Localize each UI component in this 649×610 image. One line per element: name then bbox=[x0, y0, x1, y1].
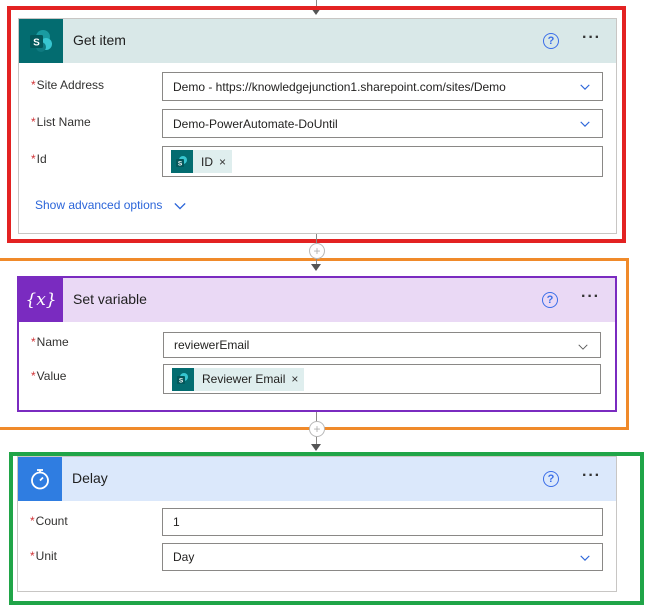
action-card-set-variable: {x} Set variable ? ··· *Name reviewerEma… bbox=[17, 276, 617, 412]
site-address-label: *Site Address bbox=[31, 78, 104, 92]
list-name-dropdown[interactable]: Demo-PowerAutomate-DoUntil bbox=[162, 109, 603, 138]
timer-icon bbox=[18, 457, 62, 501]
unit-dropdown[interactable]: Day bbox=[162, 543, 603, 571]
label-text: Count bbox=[35, 514, 68, 528]
chevron-down-icon[interactable] bbox=[580, 119, 590, 129]
action-card-get-item: S Get item ? ··· *Site Address Demo - ht… bbox=[18, 18, 617, 234]
variable-icon: {x} bbox=[19, 278, 63, 322]
required-mark: * bbox=[30, 549, 35, 563]
count-value: 1 bbox=[173, 515, 180, 529]
svg-text:S: S bbox=[33, 38, 40, 49]
action-card-delay: Delay ? ··· *Count 1 *Unit Day bbox=[17, 456, 617, 592]
variable-icon-text: {x} bbox=[25, 290, 57, 310]
required-mark: * bbox=[31, 152, 36, 166]
id-input[interactable]: S ID × bbox=[162, 146, 603, 177]
dynamic-content-token[interactable]: S ID × bbox=[171, 150, 233, 173]
value-label: *Value bbox=[31, 369, 66, 383]
unit-label: *Unit bbox=[30, 549, 57, 563]
label-text: Name bbox=[36, 335, 69, 349]
help-icon[interactable]: ? bbox=[543, 33, 559, 49]
card-title: Set variable bbox=[73, 291, 147, 307]
card-header[interactable]: S Get item ? ··· bbox=[19, 19, 616, 63]
help-icon[interactable]: ? bbox=[542, 292, 558, 308]
unit-value: Day bbox=[173, 550, 195, 564]
chevron-down-icon[interactable] bbox=[578, 342, 588, 352]
name-value: reviewerEmail bbox=[174, 338, 250, 352]
plus-icon[interactable]: + bbox=[309, 421, 325, 437]
close-icon[interactable]: × bbox=[219, 155, 226, 169]
required-mark: * bbox=[31, 78, 36, 92]
more-icon[interactable]: ··· bbox=[582, 29, 601, 47]
connector-arrow bbox=[311, 444, 321, 451]
required-mark: * bbox=[31, 335, 36, 349]
plus-icon[interactable]: + bbox=[309, 243, 325, 259]
id-label: *Id bbox=[31, 152, 47, 166]
chevron-down-icon[interactable] bbox=[580, 553, 590, 563]
label-text: Unit bbox=[35, 549, 58, 563]
more-icon[interactable]: ··· bbox=[581, 288, 600, 306]
count-label: *Count bbox=[30, 514, 68, 528]
card-header[interactable]: Delay ? ··· bbox=[18, 457, 616, 501]
list-name-value: Demo-PowerAutomate-DoUntil bbox=[173, 116, 338, 131]
count-input[interactable]: 1 bbox=[162, 508, 603, 536]
chevron-down-icon bbox=[174, 202, 186, 210]
token-label: Reviewer Email bbox=[202, 372, 286, 386]
close-icon[interactable]: × bbox=[291, 372, 298, 386]
variable-value-input[interactable]: S Reviewer Email × bbox=[163, 364, 601, 394]
show-advanced-options-link[interactable]: Show advanced options bbox=[35, 198, 186, 212]
sharepoint-icon: S bbox=[171, 150, 193, 173]
site-address-dropdown[interactable]: Demo - https://knowledgejunction1.sharep… bbox=[162, 72, 603, 101]
card-title: Get item bbox=[73, 32, 126, 48]
dynamic-content-token[interactable]: S Reviewer Email × bbox=[172, 367, 305, 391]
advanced-label: Show advanced options bbox=[35, 198, 163, 212]
list-name-label: *List Name bbox=[31, 115, 91, 129]
required-mark: * bbox=[30, 514, 35, 528]
name-label: *Name bbox=[31, 335, 69, 349]
chevron-down-icon[interactable] bbox=[580, 82, 590, 92]
label-text: List Name bbox=[36, 115, 91, 129]
required-mark: * bbox=[31, 115, 36, 129]
required-mark: * bbox=[31, 369, 36, 383]
help-icon[interactable]: ? bbox=[543, 471, 559, 487]
sharepoint-icon: S bbox=[172, 367, 194, 391]
card-title: Delay bbox=[72, 470, 108, 486]
card-header[interactable]: {x} Set variable ? ··· bbox=[19, 278, 615, 322]
token-label: ID bbox=[201, 154, 213, 169]
more-icon[interactable]: ··· bbox=[582, 467, 601, 485]
label-text: Site Address bbox=[36, 78, 105, 92]
label-text: Id bbox=[36, 152, 47, 166]
sharepoint-icon: S bbox=[19, 19, 63, 63]
variable-name-dropdown[interactable]: reviewerEmail bbox=[163, 332, 601, 358]
site-address-value: Demo - https://knowledgejunction1.sharep… bbox=[173, 79, 506, 94]
label-text: Value bbox=[36, 369, 67, 383]
svg-text:S: S bbox=[179, 378, 184, 385]
connector-arrow bbox=[311, 264, 321, 271]
svg-text:S: S bbox=[178, 160, 183, 167]
